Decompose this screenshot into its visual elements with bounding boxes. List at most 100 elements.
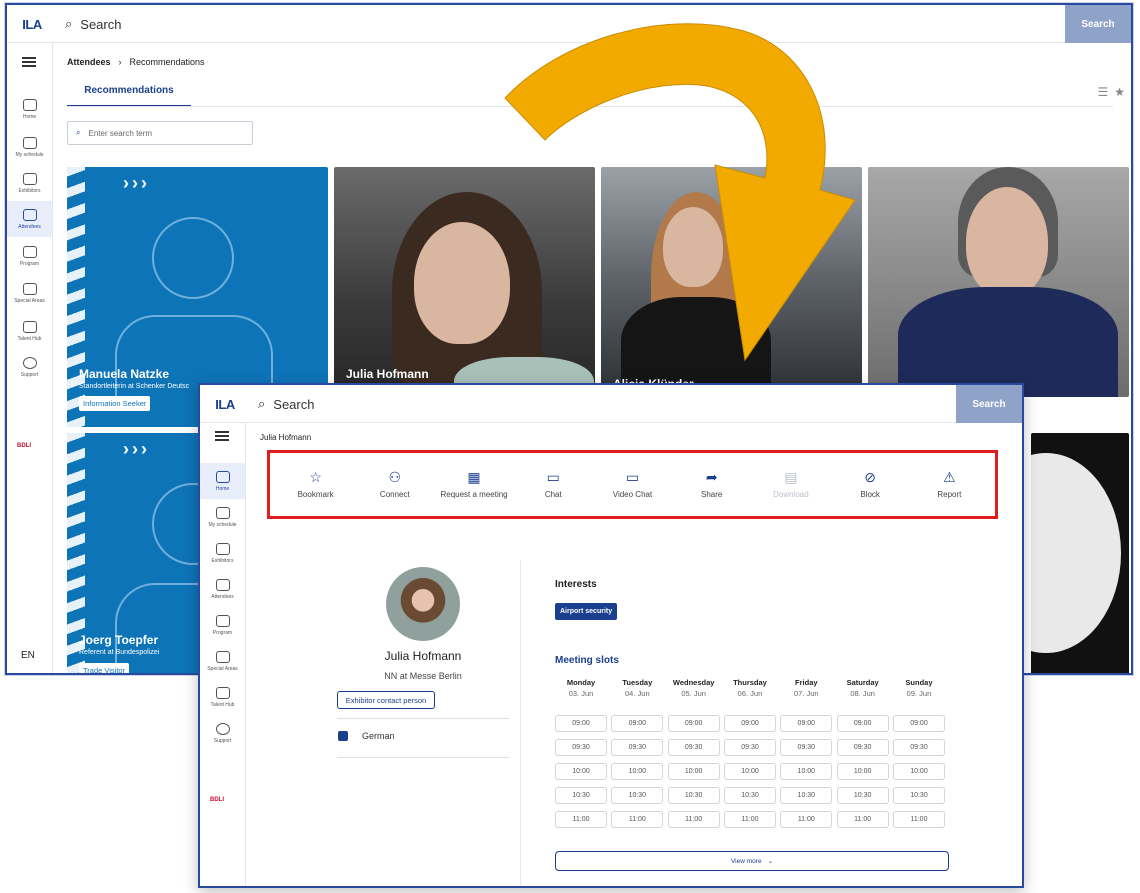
interest-tag[interactable]: Airport security — [555, 603, 618, 620]
breadcrumb-current: Recommendations — [129, 57, 205, 67]
meeting-slot[interactable]: 10:30 — [611, 787, 664, 804]
share-button[interactable]: ➦ Share — [676, 470, 748, 499]
download-button[interactable]: ▤ Download — [755, 470, 827, 499]
meeting-slot[interactable]: 09:00 — [611, 715, 664, 732]
meeting-slot[interactable]: 09:30 — [667, 739, 720, 756]
chevrons-icon: ››› — [123, 439, 150, 459]
search-button[interactable]: Search — [956, 385, 1022, 423]
attendee-search-input[interactable]: ⌕ Enter search term — [67, 121, 253, 145]
block-icon: ⊘ — [864, 469, 876, 485]
home-icon — [22, 98, 37, 111]
attendee-card[interactable]: Julia Hofmann — [334, 167, 595, 397]
sidebar-item-support[interactable]: Support — [200, 715, 245, 751]
meeting-slot[interactable]: 11:00 — [892, 811, 945, 828]
block-button[interactable]: ⊘ Block — [834, 470, 906, 499]
app-logo[interactable]: ILA — [7, 5, 57, 43]
sidebar-item-talent-hub[interactable]: Talent Hub — [200, 679, 245, 715]
meeting-slot[interactable]: 09:30 — [836, 739, 889, 756]
help-icon — [22, 356, 37, 369]
meeting-slot[interactable]: 10:30 — [836, 787, 889, 804]
day-header: Wednesday 05. Jun — [672, 678, 715, 698]
calendar-icon — [215, 614, 230, 627]
attendee-card[interactable] — [868, 167, 1129, 397]
connect-button[interactable]: ⚇ Connect — [359, 470, 431, 499]
search-label: Search — [80, 16, 122, 32]
day-headers: Monday 03. Jun Tuesday 04. Jun Wednesday 05… — [555, 678, 945, 698]
tab-recommendations[interactable]: Recommendations — [67, 81, 191, 107]
sidebar-item-exhibitors[interactable]: Exhibitors — [200, 535, 245, 571]
breadcrumb-attendees[interactable]: Attendees — [67, 57, 111, 67]
language-switch[interactable]: EN — [21, 650, 35, 661]
meeting-slot[interactable]: 11:00 — [836, 811, 889, 828]
search-button[interactable]: Search — [1065, 5, 1131, 43]
app-logo[interactable]: ILA — [200, 385, 250, 423]
avatar — [386, 567, 460, 641]
sidebar-item-program[interactable]: Program — [7, 238, 52, 274]
sidebar-item-support[interactable]: Support — [7, 349, 52, 385]
meeting-slot[interactable]: 11:00 — [780, 811, 833, 828]
day-header: Saturday 08. Jun — [846, 678, 879, 698]
meeting-slot[interactable]: 10:30 — [667, 787, 720, 804]
meeting-slot[interactable]: 09:30 — [892, 739, 945, 756]
profile-language: German — [338, 731, 395, 741]
chevrons-icon: ››› — [123, 173, 150, 193]
menu-icon[interactable] — [215, 431, 229, 441]
meeting-slot[interactable]: 10:00 — [892, 763, 945, 780]
meeting-slot[interactable]: 10:00 — [780, 763, 833, 780]
sidebar-item-talent-hub[interactable]: Talent Hub — [7, 313, 52, 349]
meeting-slot[interactable]: 09:00 — [667, 715, 720, 732]
report-button[interactable]: ⚠ Report — [913, 470, 985, 499]
meeting-slot[interactable]: 11:00 — [555, 811, 607, 828]
sidebar-item-special-areas[interactable]: Special Areas — [200, 643, 245, 679]
meeting-slot[interactable]: 09:00 — [892, 715, 945, 732]
meeting-slot[interactable]: 10:00 — [667, 763, 720, 780]
meeting-slot[interactable]: 11:00 — [667, 811, 720, 828]
meeting-slot[interactable]: 10:30 — [555, 787, 607, 804]
meeting-slot[interactable]: 09:30 — [723, 739, 776, 756]
sidebar-item-schedule[interactable]: My schedule — [7, 129, 52, 165]
meeting-slot[interactable]: 09:00 — [836, 715, 889, 732]
schedule-icon — [22, 136, 37, 149]
connect-icon: ⚇ — [388, 469, 402, 485]
sidebar-item-program[interactable]: Program — [200, 607, 245, 643]
sidebar-item-home[interactable]: Home — [200, 463, 245, 499]
day-header: Thursday 06. Jun — [733, 678, 767, 698]
download-icon: ▤ — [784, 469, 798, 485]
meeting-slot[interactable]: 09:00 — [723, 715, 776, 732]
meeting-slot[interactable]: 11:00 — [611, 811, 664, 828]
attendee-card[interactable]: Alicia Klünder — [601, 167, 862, 397]
global-search[interactable]: ⌕ Search — [258, 396, 314, 412]
divider — [337, 718, 509, 719]
bookmark-filter-icon[interactable]: ★ — [1114, 85, 1125, 99]
bookmark-button[interactable]: ☆ Bookmark — [280, 470, 352, 499]
meeting-slot[interactable]: 10:30 — [780, 787, 833, 804]
slot-row: 10:00 10:00 10:00 10:00 10:00 10:00 10:00 — [555, 763, 945, 780]
meeting-slot[interactable]: 10:30 — [723, 787, 776, 804]
meeting-slot[interactable]: 10:00 — [611, 763, 664, 780]
sidebar-item-home[interactable]: Home — [7, 91, 52, 127]
view-more-button[interactable]: View more ⌄ — [555, 851, 949, 871]
meeting-slot[interactable]: 09:00 — [555, 715, 607, 732]
sidebar-item-exhibitors[interactable]: Exhibitors — [7, 165, 52, 201]
meeting-slot[interactable]: 10:00 — [723, 763, 776, 780]
attendee-card[interactable] — [1031, 433, 1129, 673]
video-chat-button[interactable]: ▭ Video Chat — [596, 470, 668, 499]
meeting-slot[interactable]: 09:30 — [611, 739, 664, 756]
meeting-slot[interactable]: 09:30 — [780, 739, 833, 756]
sidebar-item-attendees[interactable]: Attendees — [200, 571, 245, 607]
sidebar-item-schedule[interactable]: My schedule — [200, 499, 245, 535]
meeting-slot[interactable]: 11:00 — [723, 811, 776, 828]
meeting-slot[interactable]: 10:00 — [836, 763, 889, 780]
meeting-slot[interactable]: 10:00 — [555, 763, 607, 780]
chat-button[interactable]: ▭ Chat — [517, 470, 589, 499]
meeting-slot[interactable]: 09:00 — [780, 715, 833, 732]
sidebar-item-attendees[interactable]: Attendees — [7, 201, 52, 237]
sidebar-item-special-areas[interactable]: Special Areas — [7, 275, 52, 311]
meeting-slot[interactable]: 09:30 — [555, 739, 607, 756]
global-search[interactable]: ⌕ Search — [65, 16, 121, 32]
list-view-icon[interactable]: ☰ — [1097, 85, 1108, 99]
request-meeting-button[interactable]: ▦ Request a meeting — [438, 470, 510, 499]
meeting-slot[interactable]: 10:30 — [892, 787, 945, 804]
role-badge: Exhibitor contact person — [337, 691, 435, 709]
menu-icon[interactable] — [22, 57, 36, 67]
